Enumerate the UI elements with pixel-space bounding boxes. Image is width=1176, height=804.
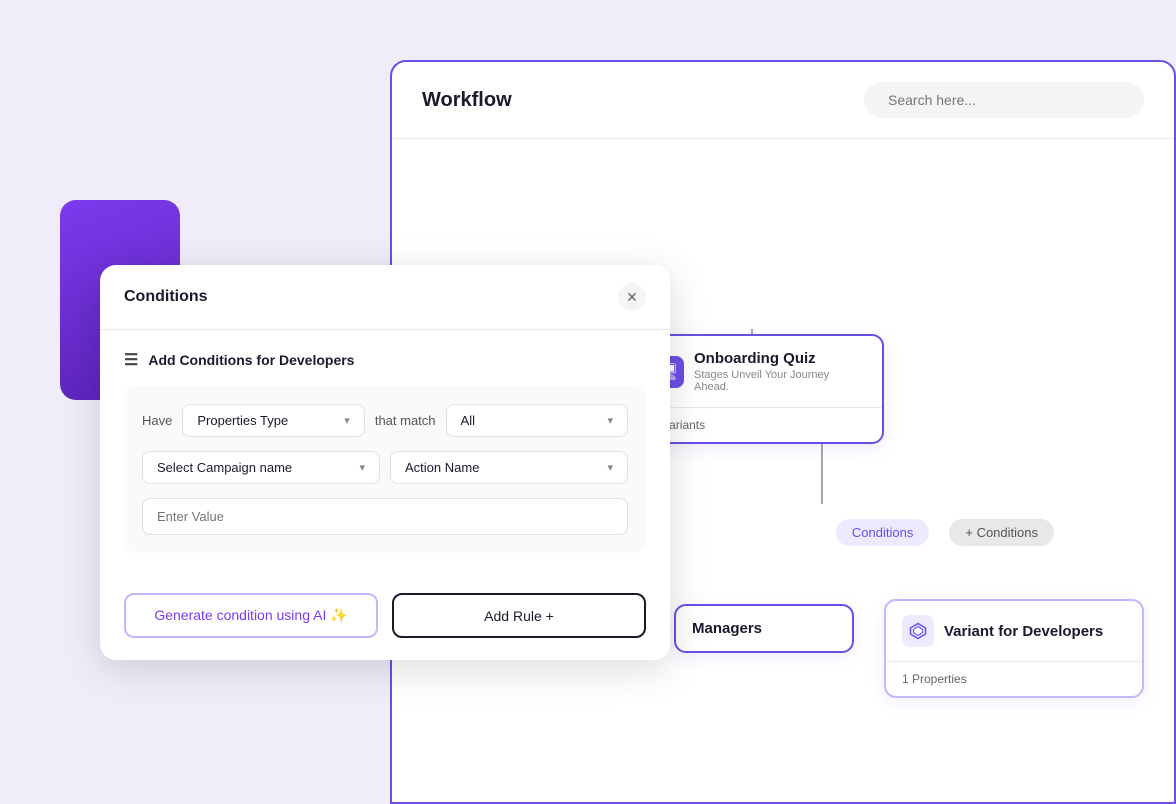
campaign-dropdown[interactable]: Select Campaign name ▾ [142, 451, 380, 484]
properties-type-dropdown[interactable]: Properties Type ▾ [182, 404, 364, 437]
add-rule-label: Add Rule + [484, 608, 554, 624]
chevron-down-icon-3: ▾ [359, 461, 365, 474]
action-dropdown[interactable]: Action Name ▾ [390, 451, 628, 484]
add-conditions-badge[interactable]: + Conditions [949, 519, 1054, 546]
generate-ai-button[interactable]: Generate condition using AI ✨ [124, 593, 378, 638]
action-label: Action Name [405, 460, 479, 475]
chevron-down-icon-2: ▾ [607, 414, 613, 427]
workflow-header: Workflow [392, 62, 1174, 139]
campaign-label: Select Campaign name [157, 460, 292, 475]
variant-title: Variant for Developers [944, 623, 1103, 640]
managers-node: Managers [674, 604, 854, 653]
variant-node: Variant for Developers 1 Properties [884, 599, 1144, 698]
conditions-box: Have Properties Type ▾ that match All ▾ … [124, 386, 646, 553]
conditions-badge[interactable]: Conditions [836, 519, 929, 546]
generate-ai-label: Generate condition using AI ✨ [154, 607, 347, 624]
onboarding-subtitle: Stages Unveil Your Journey Ahead. [694, 369, 866, 393]
variant-header: Variant for Developers [886, 601, 1142, 661]
onboarding-header: 🖥 Onboarding Quiz Stages Unveil Your Jou… [636, 336, 882, 407]
managers-title: Managers [692, 620, 762, 637]
workflow-title: Workflow [422, 89, 512, 112]
properties-type-label: Properties Type [197, 413, 288, 428]
onboarding-node: 🖥 Onboarding Quiz Stages Unveil Your Jou… [634, 334, 884, 444]
all-dropdown[interactable]: All ▾ [446, 404, 628, 437]
conditions-row-2: Select Campaign name ▾ Action Name ▾ [142, 451, 628, 484]
chevron-down-icon: ▾ [344, 414, 350, 427]
workflow-search-input[interactable] [864, 82, 1144, 118]
section-title: ☰ Add Conditions for Developers [124, 350, 646, 370]
modal-footer: Generate condition using AI ✨ Add Rule + [100, 593, 670, 660]
variant-footer: 1 Properties [886, 661, 1142, 696]
enter-value-input[interactable] [142, 498, 628, 535]
modal-header: Conditions ✕ [100, 265, 670, 330]
conditions-row-1: Have Properties Type ▾ that match All ▾ [142, 404, 628, 437]
add-rule-button[interactable]: Add Rule + [392, 593, 646, 638]
that-match-label: that match [375, 413, 436, 428]
chevron-down-icon-4: ▾ [607, 461, 613, 474]
section-icon: ☰ [124, 350, 138, 370]
modal-close-button[interactable]: ✕ [618, 283, 646, 311]
modal-title: Conditions [124, 288, 208, 306]
conditions-modal: Conditions ✕ ☰ Add Conditions for Develo… [100, 265, 670, 660]
have-label: Have [142, 413, 172, 428]
variant-icon [902, 615, 934, 647]
managers-header: Managers [676, 606, 852, 651]
connector-badges-area: Conditions + Conditions [836, 519, 1054, 546]
onboarding-title: Onboarding Quiz [694, 350, 866, 367]
section-title-text: Add Conditions for Developers [148, 352, 354, 368]
all-label: All [461, 413, 475, 428]
modal-body: ☰ Add Conditions for Developers Have Pro… [100, 330, 670, 593]
onboarding-footer: 2 Variants [636, 407, 882, 442]
